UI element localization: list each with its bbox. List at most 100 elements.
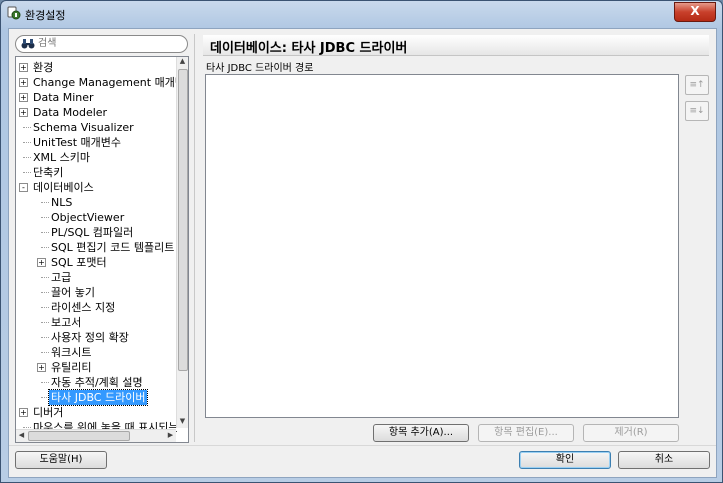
tree-connector: [41, 382, 49, 383]
expand-icon[interactable]: +: [19, 63, 28, 72]
tree-item[interactable]: + 디버거: [16, 405, 176, 420]
tree-connector: [41, 217, 49, 218]
add-entry-button[interactable]: 항목 추가(A)...: [373, 424, 469, 442]
tree-vertical-scrollbar[interactable]: ▲ ▼: [176, 57, 188, 428]
tree-item-label: SQL 편집기 코드 템플리트: [51, 241, 175, 254]
tree-item-label: 환경: [33, 61, 54, 74]
tree-item[interactable]: 자동 추적/계획 설명: [16, 375, 176, 390]
driver-path-list[interactable]: [205, 74, 679, 418]
tree-connector: [41, 202, 49, 203]
tree-item-label: XML 스키마: [33, 151, 91, 164]
search-input[interactable]: [38, 37, 178, 50]
tree-item-label: 라이센스 지정: [51, 301, 116, 314]
tree-horizontal-scrollbar[interactable]: ◀ ▶: [16, 429, 176, 442]
panel-header: 데이터베이스: 타사 JDBC 드라이버: [203, 35, 709, 56]
tree-item[interactable]: 라이센스 지정: [16, 300, 176, 315]
tree-item[interactable]: Schema Visualizer: [16, 120, 176, 135]
tree-item-label: PL/SQL 컴파일러: [51, 226, 134, 239]
tree-item[interactable]: + Change Management 매개변수: [16, 75, 188, 90]
tree-item[interactable]: 단축키: [16, 165, 176, 180]
tree-item-label: SQL 포맷터: [51, 256, 107, 269]
tree-connector: [23, 142, 31, 143]
tree-item[interactable]: XML 스키마: [16, 150, 176, 165]
tree-connector: [23, 427, 31, 428]
tree-item[interactable]: - 데이터베이스: [16, 180, 176, 195]
expand-icon[interactable]: +: [19, 108, 28, 117]
preferences-window: 환경설정 X + 환경 + Change Management 매개변수 + Data M…: [0, 0, 723, 483]
tree-item[interactable]: PL/SQL 컴파일러: [16, 225, 176, 240]
scroll-h-thumb[interactable]: [28, 431, 130, 441]
window-title: 환경설정: [25, 9, 66, 22]
collapse-icon[interactable]: -: [19, 183, 28, 192]
tree-item[interactable]: 워크시트: [16, 345, 176, 360]
ok-button[interactable]: 확인: [519, 451, 611, 469]
edit-entry-button[interactable]: 항목 편집(E)...: [478, 424, 574, 442]
tree-item-label: 디버거: [33, 406, 64, 419]
tree-item[interactable]: 고급: [16, 270, 176, 285]
tree-connector: [41, 337, 49, 338]
scroll-left-icon[interactable]: ◀: [16, 431, 27, 441]
tree-item[interactable]: ObjectViewer: [16, 210, 176, 225]
tree-item[interactable]: 보고서: [16, 315, 176, 330]
search-box[interactable]: [15, 35, 188, 53]
scroll-right-icon[interactable]: ▶: [165, 431, 176, 441]
tree-item[interactable]: UnitTest 매개변수: [16, 135, 176, 150]
tree-connector: [23, 157, 31, 158]
close-button[interactable]: X: [674, 2, 716, 22]
expand-icon[interactable]: +: [19, 93, 28, 102]
tree-connector: [41, 352, 49, 353]
tree-connector: [41, 322, 49, 323]
remove-button[interactable]: 제거(R): [583, 424, 679, 442]
tree-rows: + 환경 + Change Management 매개변수 + Data Miner + Da…: [16, 60, 188, 435]
move-up-button[interactable]: ≡↑: [685, 75, 709, 95]
help-button[interactable]: 도움말(H): [15, 451, 107, 469]
preferences-tree[interactable]: + 환경 + Change Management 매개변수 + Data Miner + Da…: [15, 56, 189, 443]
scroll-up-icon[interactable]: ▲: [178, 57, 187, 68]
tree-item-label: Change Management 매개변수: [33, 76, 189, 89]
tree-item[interactable]: + Data Modeler: [16, 105, 176, 120]
tree-connector: [23, 127, 31, 128]
tree-item[interactable]: 타사 JDBC 드라이버: [16, 389, 176, 406]
tree-item-label: 단축키: [33, 166, 64, 179]
expand-icon[interactable]: +: [37, 258, 46, 267]
tree-item-label: NLS: [51, 196, 73, 209]
tree-item-label: 타사 JDBC 드라이버: [47, 389, 149, 406]
panel-title: 데이터베이스: 타사 JDBC 드라이버: [210, 41, 408, 56]
tree-item-label: 워크시트: [51, 346, 92, 359]
tree-item-label: 고급: [51, 271, 72, 284]
tree-connector: [41, 292, 49, 293]
move-down-button[interactable]: ≡↓: [685, 101, 709, 121]
tree-item[interactable]: NLS: [16, 195, 176, 210]
tree-item[interactable]: SQL 편집기 코드 템플리트: [16, 240, 176, 255]
tree-item[interactable]: + SQL 포맷터: [16, 255, 176, 270]
expand-icon[interactable]: +: [19, 78, 28, 87]
scroll-thumb[interactable]: [178, 69, 188, 371]
scroll-down-icon[interactable]: ▼: [178, 417, 187, 428]
tree-item-label: 보고서: [51, 316, 82, 329]
tree-connector: [41, 232, 49, 233]
tree-item-label: 끌어 놓기: [51, 286, 95, 299]
tree-item-label: ObjectViewer: [51, 211, 125, 224]
app-icon: [7, 6, 21, 20]
tree-connector: [41, 397, 49, 398]
tree-connector: [23, 172, 31, 173]
binoculars-icon: [21, 39, 35, 49]
tree-item-label: Data Modeler: [33, 106, 108, 119]
tree-item-label: UnitTest 매개변수: [33, 136, 122, 149]
tree-item[interactable]: 끌어 놓기: [16, 285, 176, 300]
tree-item[interactable]: 사용자 정의 확장: [16, 330, 176, 345]
tree-item-label: Schema Visualizer: [33, 121, 134, 134]
tree-item[interactable]: + 환경: [16, 60, 176, 75]
tree-connector: [41, 307, 49, 308]
panel-splitter[interactable]: [194, 34, 195, 442]
tree-item[interactable]: + 유틸리티: [16, 360, 176, 375]
cancel-button[interactable]: 취소: [618, 451, 710, 469]
tree-item[interactable]: + Data Miner: [16, 90, 176, 105]
dialog-body: + 환경 + Change Management 매개변수 + Data Miner + Da…: [8, 28, 717, 478]
tree-connector: [41, 247, 49, 248]
expand-icon[interactable]: +: [37, 363, 46, 372]
tree-item-label: 유틸리티: [51, 361, 92, 374]
tree-connector: [41, 277, 49, 278]
expand-icon[interactable]: +: [19, 408, 28, 417]
tree-item-label: 데이터베이스: [33, 181, 94, 194]
